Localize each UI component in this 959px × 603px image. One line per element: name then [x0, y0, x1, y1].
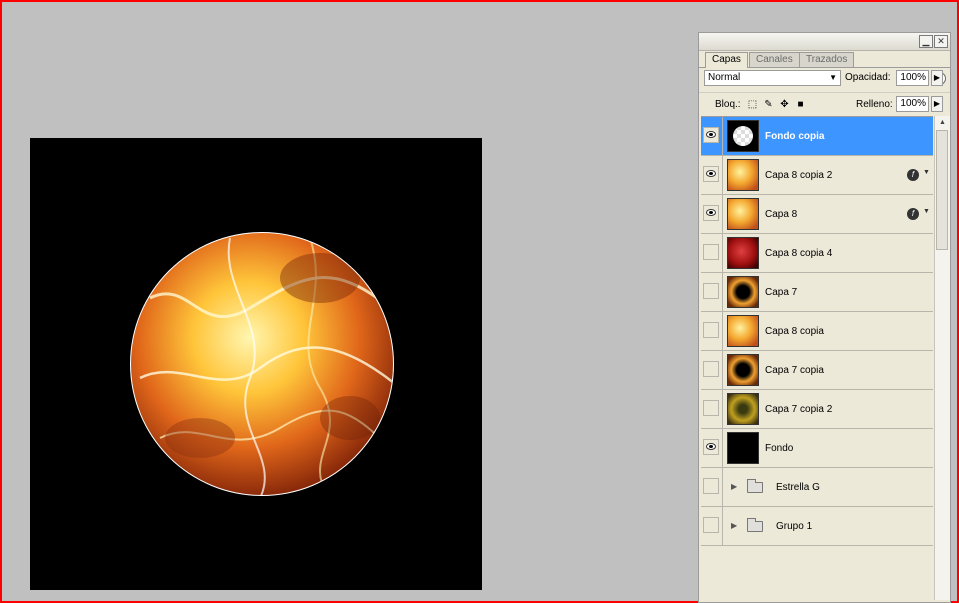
visibility-toggle[interactable] [703, 478, 719, 494]
layer-row[interactable]: Capa 7 copia 2 [701, 390, 933, 429]
dropdown-arrow-icon: ▼ [829, 73, 837, 82]
fill-label: Relleno: [856, 99, 893, 110]
layer-name: Capa 7 copia 2 [765, 404, 833, 415]
layer-effects-icon[interactable]: f [907, 208, 919, 220]
layers-scrollbar[interactable]: ▲ [934, 116, 950, 600]
lock-label: Bloq.: [715, 99, 741, 110]
visibility-toggle[interactable] [703, 127, 719, 143]
layers-list: Fondo copia Capa 8 copia 2 f ▼ Capa 8 f ▼ Capa … [701, 116, 933, 601]
layer-thumbnail[interactable] [727, 393, 759, 425]
layer-thumbnail[interactable] [727, 120, 759, 152]
document-canvas[interactable] [30, 138, 482, 590]
scroll-up-icon[interactable]: ▲ [935, 116, 950, 130]
blend-row: Normal ▼ Opacidad: 100% ▶ [699, 68, 950, 90]
eye-icon [706, 443, 716, 450]
visibility-toggle[interactable] [703, 361, 719, 377]
opacity-input[interactable]: 100% [896, 70, 929, 86]
layer-row[interactable]: Capa 7 [701, 273, 933, 312]
layer-row[interactable]: ▶ Grupo 1 [701, 507, 933, 546]
fire-sphere-artwork [130, 232, 394, 496]
panel-tabs: Capas Canales Trazados ▶ [699, 51, 950, 85]
layer-name: Fondo copia [765, 131, 825, 142]
visibility-toggle[interactable] [703, 244, 719, 260]
lock-pixels-icon[interactable]: ✎ [763, 99, 774, 110]
row-divider [722, 429, 723, 467]
visibility-toggle[interactable] [703, 205, 719, 221]
layer-row[interactable]: Fondo copia [701, 117, 933, 156]
layer-thumbnail[interactable] [727, 159, 759, 191]
effects-expand-icon[interactable]: ▼ [923, 208, 930, 215]
lock-position-icon[interactable]: ✥ [779, 99, 790, 110]
layer-name: Grupo 1 [776, 521, 813, 532]
folder-icon [747, 479, 763, 493]
visibility-toggle[interactable] [703, 517, 719, 533]
layer-name: Fondo [765, 443, 794, 454]
layer-thumbnail[interactable] [727, 315, 759, 347]
row-divider [722, 195, 723, 233]
row-divider [722, 390, 723, 428]
blend-mode-select[interactable]: Normal ▼ [704, 70, 841, 86]
layer-name: Estrella G [776, 482, 820, 493]
row-divider [722, 234, 723, 272]
layer-name: Capa 7 copia [765, 365, 824, 376]
eye-icon [706, 170, 716, 177]
panel-titlebar[interactable]: ▁ ✕ [699, 33, 950, 51]
close-icon[interactable]: ✕ [934, 35, 948, 48]
blend-mode-value: Normal [708, 72, 741, 83]
expand-arrow-icon[interactable]: ▶ [731, 521, 737, 530]
layer-row[interactable]: Capa 8 copia 2 f ▼ [701, 156, 933, 195]
eye-icon [706, 131, 716, 138]
layer-name: Capa 8 copia 4 [765, 248, 833, 259]
layer-thumbnail[interactable] [727, 432, 759, 464]
eye-icon [706, 209, 716, 216]
visibility-toggle[interactable] [703, 322, 719, 338]
layer-name: Capa 8 [765, 209, 798, 220]
row-divider [722, 312, 723, 350]
layer-thumbnail[interactable] [727, 276, 759, 308]
expand-arrow-icon[interactable]: ▶ [731, 482, 737, 491]
minimize-icon[interactable]: ▁ [919, 35, 933, 48]
row-divider [722, 273, 723, 311]
fill-input[interactable]: 100% [896, 96, 929, 112]
row-divider [722, 468, 723, 506]
layer-name: Capa 8 copia 2 [765, 170, 833, 181]
lock-transparency-icon[interactable]: ⬚ [747, 99, 758, 110]
lock-all-icon[interactable]: ■ [795, 99, 806, 110]
tab-trazados[interactable]: Trazados [799, 52, 855, 67]
layer-thumbnail[interactable] [727, 237, 759, 269]
row-divider [722, 351, 723, 389]
opacity-slider-button[interactable]: ▶ [931, 70, 943, 86]
tab-canales[interactable]: Canales [749, 52, 800, 67]
layers-panel: ▁ ✕ Capas Canales Trazados ▶ Normal ▼ Op… [698, 32, 951, 603]
layer-name: Capa 7 [765, 287, 798, 298]
layer-row[interactable]: Capa 8 f ▼ [701, 195, 933, 234]
layer-row[interactable]: Capa 8 copia 4 [701, 234, 933, 273]
layer-name: Capa 8 copia [765, 326, 824, 337]
lock-row: Bloq.: ⬚ ✎ ✥ ■ Relleno: 100% ▶ [699, 92, 950, 115]
transparency-pattern [733, 126, 753, 146]
effects-expand-icon[interactable]: ▼ [923, 169, 930, 176]
tab-capas[interactable]: Capas [705, 52, 748, 68]
layer-effects-icon[interactable]: f [907, 169, 919, 181]
row-divider [722, 156, 723, 194]
opacity-label: Opacidad: [845, 72, 891, 83]
scroll-thumb[interactable] [936, 130, 948, 250]
visibility-toggle[interactable] [703, 166, 719, 182]
folder-icon [747, 518, 763, 532]
layer-thumbnail[interactable] [727, 354, 759, 386]
visibility-toggle[interactable] [703, 283, 719, 299]
row-divider [722, 507, 723, 545]
layer-thumbnail[interactable] [727, 198, 759, 230]
layer-row[interactable]: Capa 8 copia [701, 312, 933, 351]
layer-row[interactable]: ▶ Estrella G [701, 468, 933, 507]
layer-row[interactable]: Capa 7 copia [701, 351, 933, 390]
visibility-toggle[interactable] [703, 400, 719, 416]
layer-row[interactable]: Fondo [701, 429, 933, 468]
row-divider [722, 117, 723, 155]
fill-slider-button[interactable]: ▶ [931, 96, 943, 112]
visibility-toggle[interactable] [703, 439, 719, 455]
